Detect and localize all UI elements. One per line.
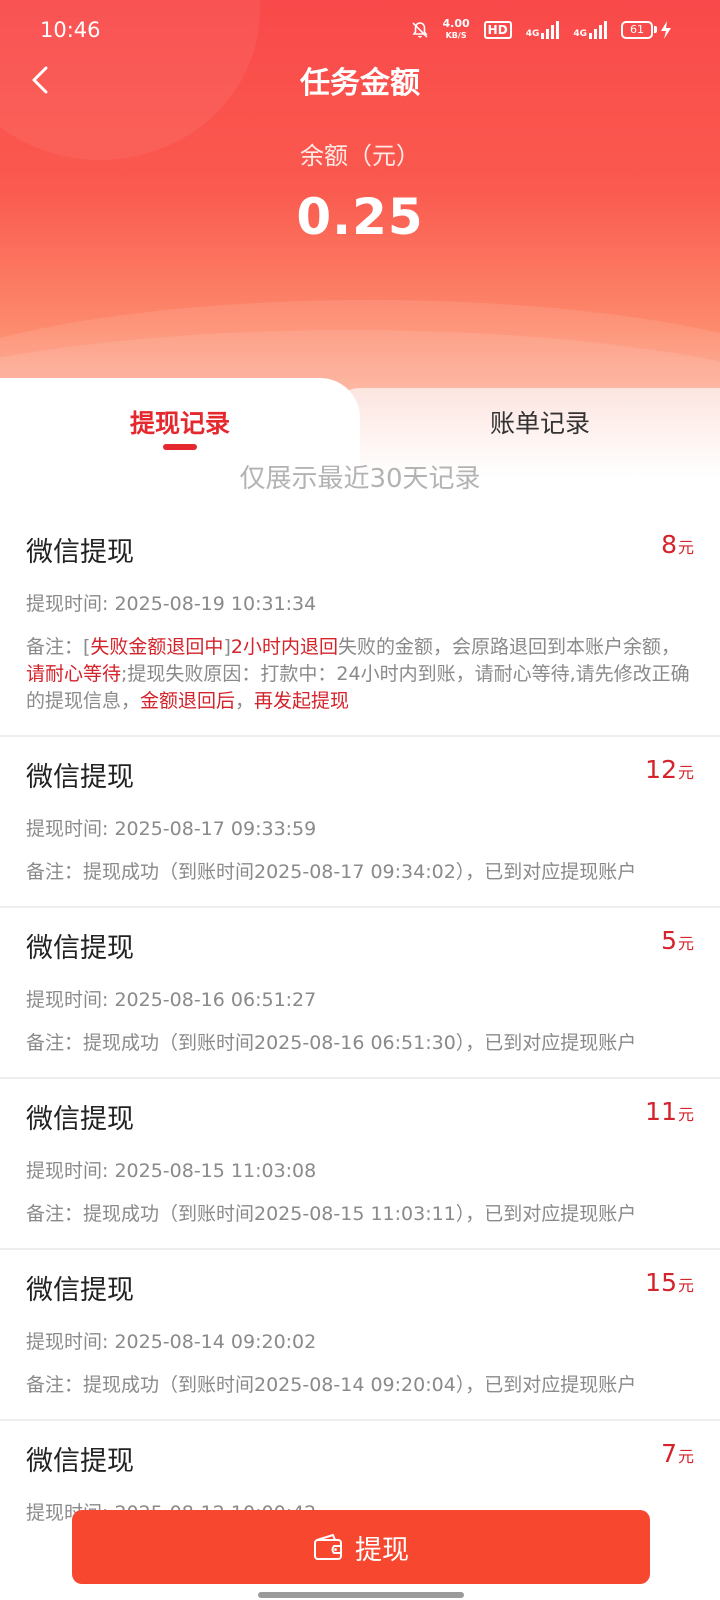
record-title: 微信提现 [26, 762, 134, 793]
status-icons: 4.00 KB/S HD 4G 4G 61 [411, 18, 672, 41]
list-item[interactable]: 微信提现 11元 提现时间: 2025-08-15 11:03:08 备注：提现… [0, 1079, 720, 1250]
list-item[interactable]: 微信提现 5元 提现时间: 2025-08-16 06:51:27 备注：提现成… [0, 908, 720, 1079]
record-title: 微信提现 [26, 537, 134, 568]
signal-icon: 4G [573, 20, 607, 39]
tab-bill-records[interactable]: 账单记录 [360, 404, 720, 440]
network-speed-value: 4.00 [442, 17, 470, 30]
page-title: 任务金额 [300, 66, 420, 101]
note-text: ] [223, 636, 231, 658]
record-amount: 5元 [661, 926, 694, 955]
record-title: 微信提现 [26, 1104, 134, 1135]
record-title: 微信提现 [26, 1275, 134, 1306]
note-highlight: 失败金额退回中 [90, 636, 224, 658]
record-amount: 15元 [645, 1268, 694, 1297]
record-title: 微信提现 [26, 933, 134, 964]
amount-value: 8 [661, 530, 677, 559]
list-item[interactable]: 微信提现 15元 提现时间: 2025-08-14 09:20:02 备注：提现… [0, 1250, 720, 1421]
note-text: 失败的金额，会原路退回到本账户余额， [337, 636, 680, 658]
record-title: 微信提现 [26, 1446, 134, 1477]
tab-active-indicator [163, 444, 197, 450]
withdraw-button-label: 提现 [355, 1534, 409, 1566]
status-bar: 10:46 4.00 KB/S HD 4G 4G 61 [0, 0, 720, 62]
home-indicator[interactable] [258, 1592, 464, 1598]
record-note: 备注：提现成功（到账时间2025-08-15 11:03:11），已到对应提现账… [26, 1203, 637, 1225]
note-highlight: 2小时内退回 [230, 636, 338, 658]
tab-withdraw-records[interactable]: 提现记录 [0, 404, 360, 440]
record-note: 备注：[失败金额退回中]2小时内退回失败的金额，会原路退回到本账户余额， 请耐心等… [26, 634, 694, 715]
battery-icon: 61 [621, 20, 672, 39]
note-text: 备注：[ [26, 636, 91, 658]
battery-level: 61 [621, 20, 653, 39]
signal-label: 4G [573, 28, 587, 39]
record-amount: 11元 [645, 1097, 694, 1126]
amount-value: 7 [661, 1439, 677, 1468]
record-note: 备注：提现成功（到账时间2025-08-17 09:34:02），已到对应提现账… [26, 861, 637, 883]
withdraw-button[interactable]: 提现 [72, 1510, 650, 1584]
list-item[interactable]: 微信提现 8元 提现时间: 2025-08-19 10:31:34 备注：[失败… [0, 512, 720, 737]
amount-unit: 元 [677, 763, 694, 782]
record-note: 备注：提现成功（到账时间2025-08-14 09:20:04），已到对应提现账… [26, 1374, 637, 1396]
signal-label: 4G [525, 28, 540, 39]
record-time: 提现时间: 2025-08-17 09:33:59 [26, 818, 317, 840]
amount-unit: 元 [677, 934, 694, 953]
note-text: ， [235, 690, 255, 712]
withdraw-record-list: 微信提现 8元 提现时间: 2025-08-19 10:31:34 备注：[失败… [0, 512, 720, 1545]
balance-label: 余额（元） [300, 142, 420, 170]
record-time: 提现时间: 2025-08-19 10:31:34 [26, 593, 317, 615]
network-speed-unit: KB/S [445, 31, 467, 40]
signal-icon: 4G [525, 20, 560, 39]
network-speed: 4.00 KB/S [443, 18, 470, 41]
amount-value: 12 [645, 755, 677, 784]
amount-value: 11 [645, 1097, 677, 1126]
records-notice: 仅展示最近30天记录 [239, 464, 481, 494]
note-highlight: 再发起提现 [254, 690, 350, 712]
record-amount: 12元 [645, 755, 694, 784]
amount-unit: 元 [677, 1447, 694, 1466]
amount-unit: 元 [677, 1276, 694, 1295]
wallet-icon [314, 1534, 342, 1560]
amount-value: 15 [645, 1268, 677, 1297]
record-time: 提现时间: 2025-08-16 06:51:27 [26, 989, 317, 1011]
record-amount: 7元 [661, 1439, 694, 1468]
note-highlight: 请耐心等待 [26, 663, 122, 685]
list-item[interactable]: 微信提现 12元 提现时间: 2025-08-17 09:33:59 备注：提现… [0, 737, 720, 908]
note-highlight: 金额退回后 [140, 690, 236, 712]
balance-value: 0.25 [296, 188, 424, 246]
record-amount: 8元 [661, 530, 694, 559]
amount-unit: 元 [677, 538, 694, 557]
record-note: 备注：提现成功（到账时间2025-08-16 06:51:30），已到对应提现账… [26, 1032, 637, 1054]
amount-unit: 元 [677, 1105, 694, 1124]
hd-icon: HD [483, 20, 512, 39]
charging-icon [661, 20, 671, 39]
record-time: 提现时间: 2025-08-14 09:20:02 [26, 1331, 317, 1353]
amount-value: 5 [661, 926, 677, 955]
note-text: ;提现失败原因：打款中：24小时内到账，请耐心等待,请先修改正确的提现信息， [26, 663, 690, 712]
status-time: 10:46 [40, 18, 101, 42]
header-banner: 10:46 4.00 KB/S HD 4G 4G 61 任务金额 余额（元） 0… [0, 0, 720, 420]
record-time: 提现时间: 2025-08-15 11:03:08 [26, 1160, 317, 1182]
mute-bell-icon [411, 21, 428, 38]
